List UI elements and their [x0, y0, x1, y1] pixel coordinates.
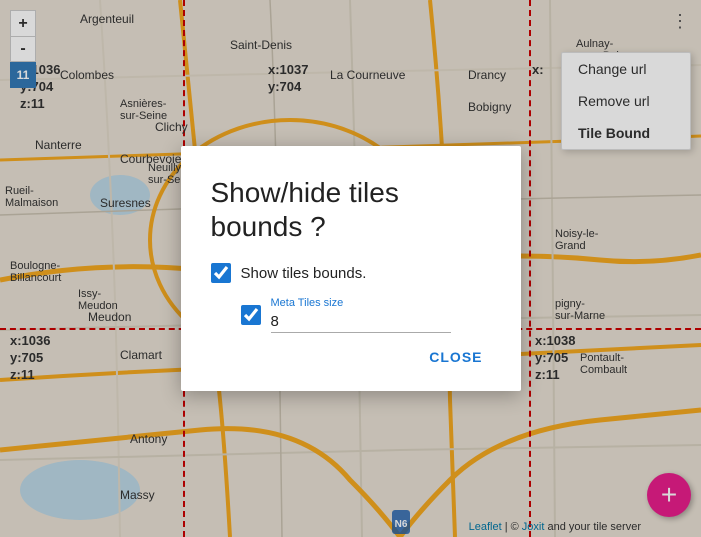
show-tiles-checkbox[interactable]	[211, 263, 231, 283]
modal-title: Show/hide tiles bounds ?	[211, 176, 491, 243]
show-tiles-label: Show tiles bounds.	[241, 265, 367, 282]
modal-close-row: CLOSE	[211, 343, 491, 371]
show-hide-tiles-modal: Show/hide tiles bounds ? Show tiles boun…	[181, 146, 521, 391]
show-tiles-row: Show tiles bounds.	[211, 263, 491, 283]
meta-tiles-checkbox[interactable]	[241, 305, 261, 325]
modal-close-button[interactable]: CLOSE	[421, 343, 490, 371]
map-container: N6 Argenteuil Saint-Denis Aulnay-sous-Bo…	[0, 0, 701, 537]
meta-tiles-input[interactable]	[271, 311, 451, 333]
meta-tiles-field-label: Meta Tiles size	[271, 297, 451, 309]
meta-tiles-container: Meta Tiles size	[241, 297, 491, 333]
modal-overlay: Show/hide tiles bounds ? Show tiles boun…	[0, 0, 701, 537]
